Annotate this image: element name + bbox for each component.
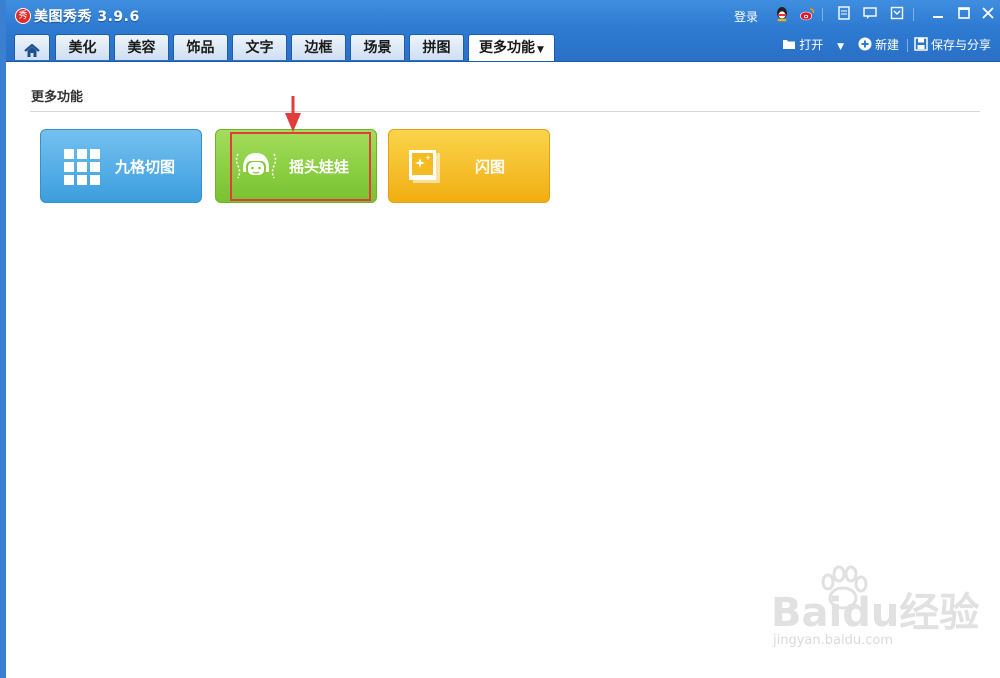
restore-box-icon[interactable]	[889, 6, 905, 22]
new-button[interactable]: 新建	[858, 36, 899, 54]
tool-flash-image-button[interactable]: 闪图	[388, 129, 550, 203]
separator	[822, 8, 823, 21]
tab-scenes[interactable]: 场景	[350, 34, 405, 60]
save-share-button[interactable]: 保存与分享	[914, 36, 991, 54]
tab-beautify[interactable]: 美化	[55, 34, 110, 60]
minimize-icon[interactable]	[930, 6, 946, 22]
title-bar: 秀 美图秀秀 3.9.6 登录 美化 美容 饰品 文字 边框 场景 拼图 更多功…	[6, 0, 1000, 62]
plus-circle-icon	[858, 37, 872, 51]
open-button[interactable]: 打开 ▼	[782, 36, 844, 56]
app-title: 美图秀秀 3.9.6	[34, 9, 140, 25]
separator	[907, 39, 908, 52]
tab-beauty[interactable]: 美容	[114, 34, 169, 60]
annotation-arrow-icon	[284, 96, 302, 137]
login-link[interactable]: 登录	[734, 8, 758, 25]
folder-icon	[782, 37, 796, 51]
new-label: 新建	[874, 38, 899, 52]
tab-more-features[interactable]: 更多功能 ▼	[468, 34, 555, 61]
message-icon[interactable]	[862, 6, 878, 22]
maximize-icon[interactable]	[956, 6, 972, 22]
tool-label: 闪图	[475, 158, 506, 176]
meitu-logo-icon: 秀	[15, 8, 31, 24]
save-icon	[914, 37, 928, 51]
section-divider	[30, 111, 980, 112]
tab-accessories[interactable]: 饰品	[173, 34, 228, 60]
close-icon[interactable]	[980, 6, 996, 22]
separator	[913, 8, 914, 21]
save-share-label: 保存与分享	[930, 38, 991, 52]
app-window: 秀 美图秀秀 3.9.6 登录 美化 美容 饰品 文字 边框 场景 拼图 更多功…	[6, 0, 1000, 678]
chevron-down-icon[interactable]: ▼	[837, 42, 844, 52]
section-title: 更多功能	[31, 90, 84, 105]
watermark-url: jingyan.baidu.com	[773, 633, 893, 648]
highlight-box	[230, 132, 371, 201]
tab-home[interactable]	[14, 34, 50, 60]
chevron-down-icon: ▼	[537, 45, 544, 55]
tab-text[interactable]: 文字	[232, 34, 287, 60]
watermark-brand: Baidu经验	[771, 590, 980, 636]
tab-collage[interactable]: 拼图	[409, 34, 464, 60]
tool-label: 九格切图	[115, 158, 176, 176]
tool-nine-grid-button[interactable]: 九格切图	[40, 129, 202, 203]
home-icon	[24, 41, 40, 57]
grid-icon	[64, 149, 100, 189]
qq-icon[interactable]	[774, 6, 790, 22]
document-icon[interactable]	[836, 6, 852, 22]
tab-frames[interactable]: 边框	[291, 34, 346, 60]
tab-more-features-label: 更多功能	[479, 40, 536, 56]
sparkle-photo-icon	[408, 149, 442, 189]
weibo-icon[interactable]	[799, 6, 815, 22]
open-label: 打开	[799, 38, 824, 52]
